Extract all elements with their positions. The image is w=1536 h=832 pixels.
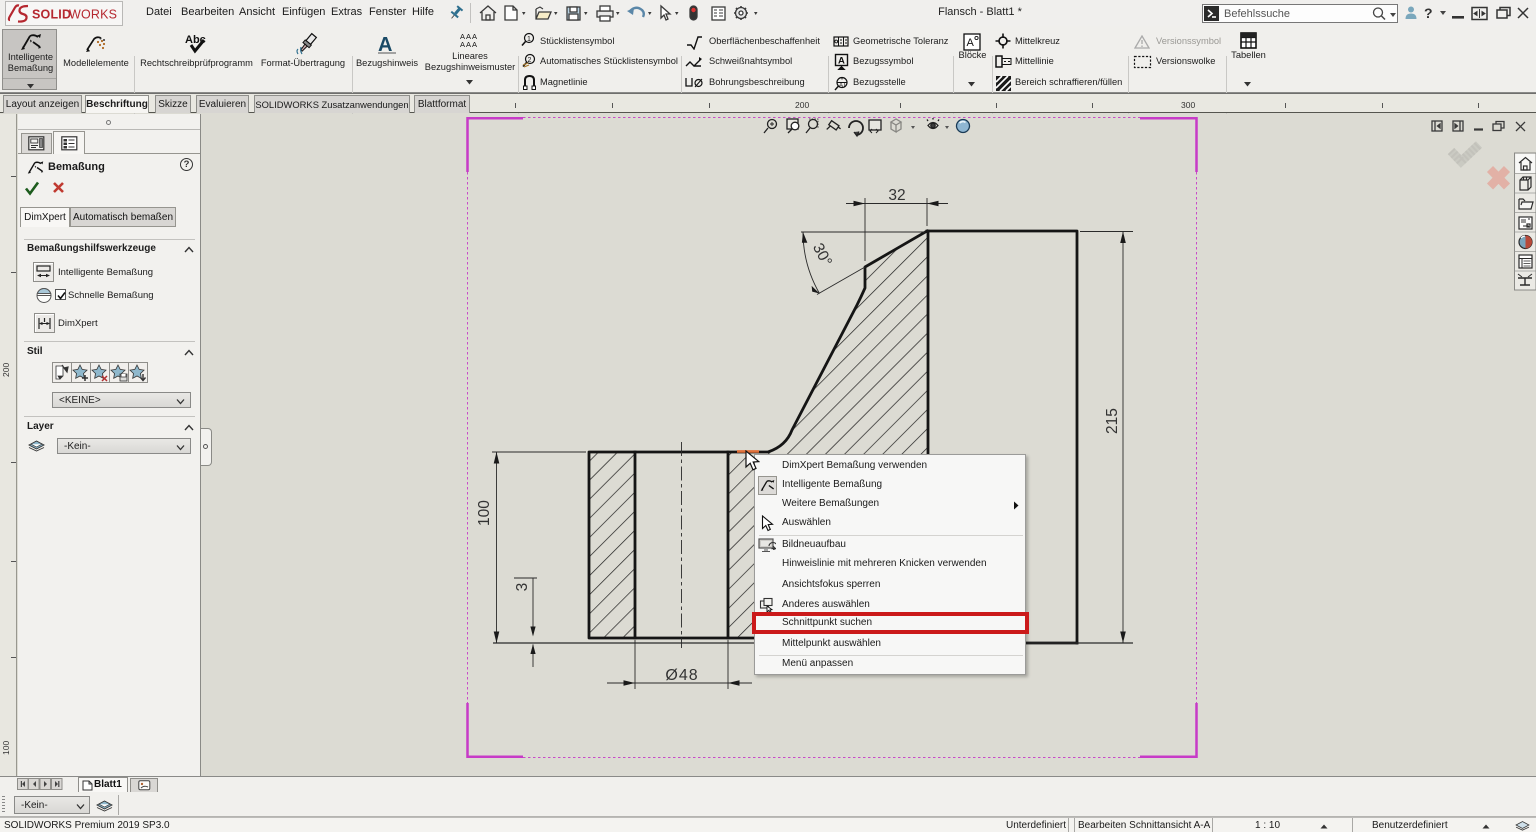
svg-text:WORKS: WORKS: [69, 8, 117, 22]
svg-text:32: 32: [888, 187, 905, 204]
svg-text:2: 2: [528, 57, 532, 64]
svg-text:3: 3: [514, 583, 531, 592]
svg-text:Ø48: Ø48: [665, 667, 698, 684]
svg-text:30°: 30°: [809, 241, 835, 270]
svg-text:100: 100: [476, 500, 493, 526]
svg-text:A: A: [838, 56, 845, 67]
svg-text:AAA: AAA: [460, 40, 478, 48]
svg-text:215: 215: [1104, 408, 1121, 434]
svg-text:AT: AT: [839, 83, 847, 89]
svg-text:A: A: [378, 34, 392, 55]
svg-text:A: A: [967, 37, 975, 49]
svg-text:SOLID: SOLID: [32, 8, 71, 22]
svg-text:?: ?: [1424, 5, 1433, 21]
svg-text:1: 1: [527, 36, 531, 43]
